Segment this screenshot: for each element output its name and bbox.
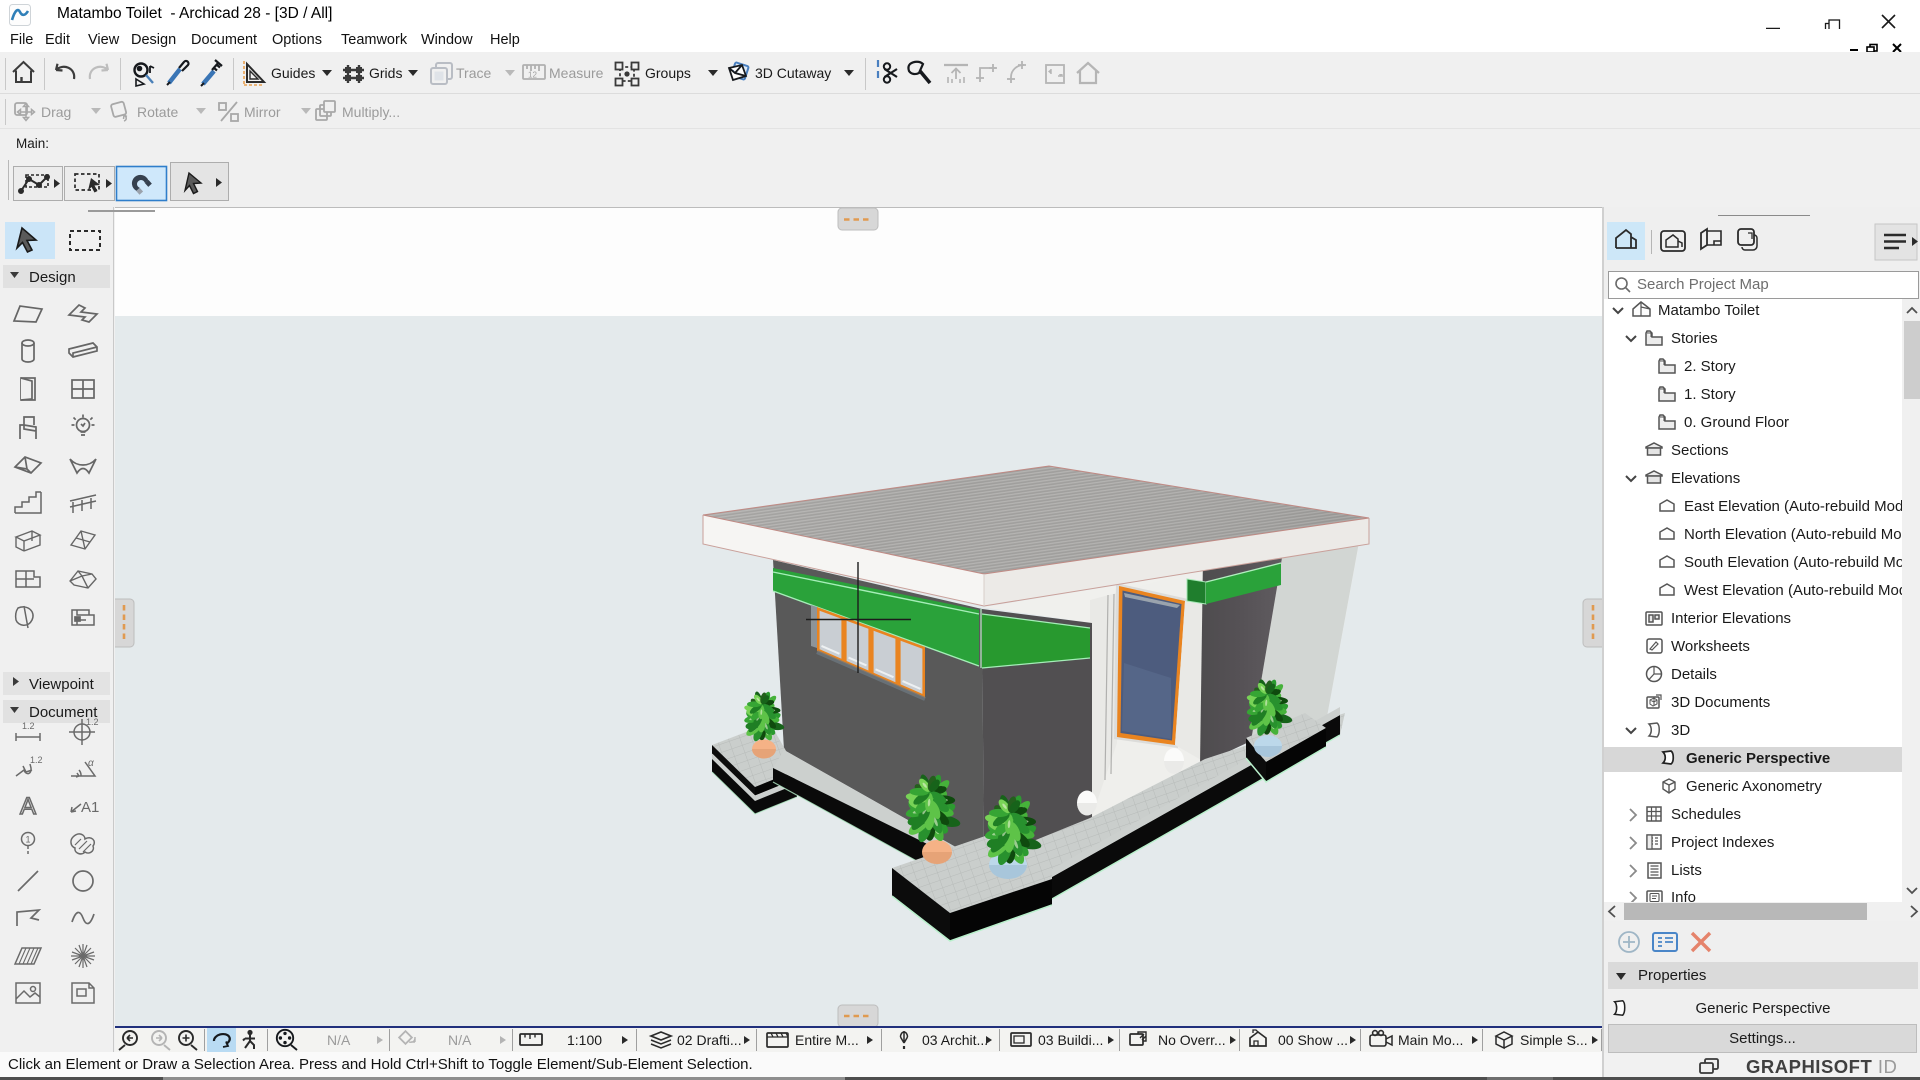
- svg-text:Viewpoint: Viewpoint: [29, 676, 95, 693]
- svg-text:1.2: 1.2: [86, 717, 99, 727]
- svg-text:1.2: 1.2: [30, 755, 43, 765]
- svg-text:1.2: 1.2: [22, 721, 35, 731]
- svg-text:1: 1: [26, 835, 31, 845]
- svg-text:A1: A1: [81, 799, 99, 816]
- svg-text:12: 12: [528, 71, 537, 80]
- svg-text:A: A: [20, 793, 36, 820]
- svg-text:α: α: [88, 758, 94, 769]
- svg-text:Design: Design: [29, 269, 76, 286]
